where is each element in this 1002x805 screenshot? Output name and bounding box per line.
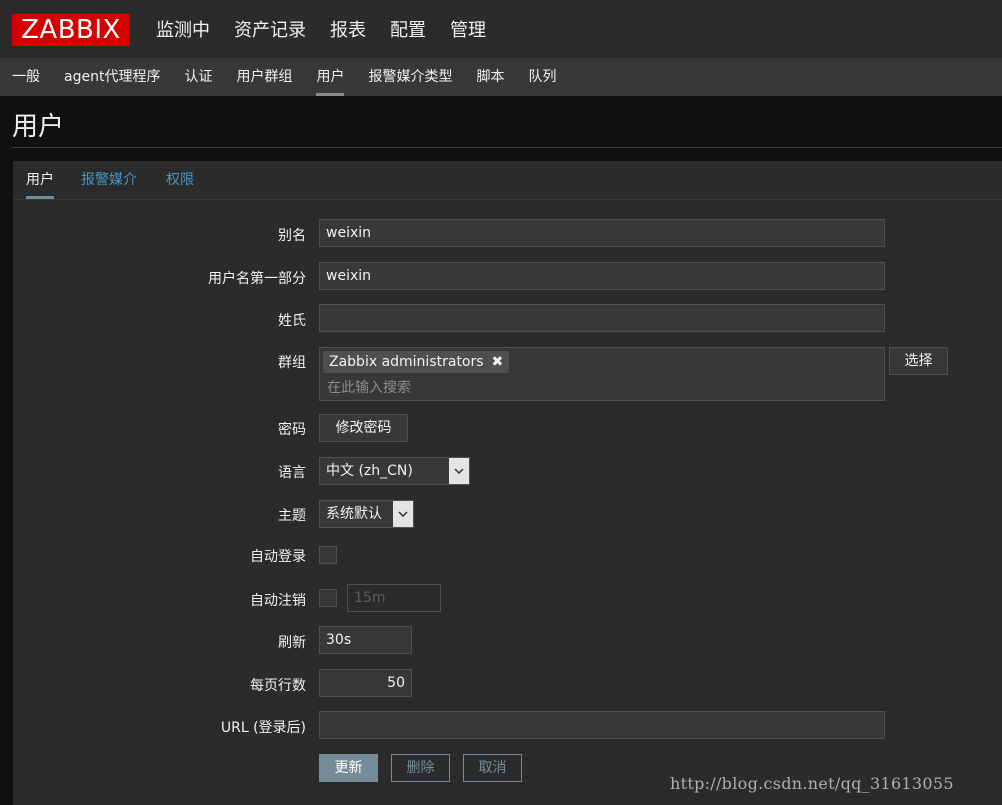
- submenu-general[interactable]: 一般: [12, 58, 40, 96]
- menu-administration[interactable]: 管理: [450, 16, 486, 42]
- theme-label: 主题: [278, 508, 306, 524]
- alias-input[interactable]: weixin: [319, 219, 885, 247]
- chevron-down-icon: [393, 501, 413, 527]
- page-title: 用户: [12, 112, 65, 142]
- groups-label: 群组: [278, 355, 306, 371]
- submenu-proxies[interactable]: agent代理程序: [64, 58, 160, 96]
- tab-media[interactable]: 报警媒介: [81, 161, 137, 199]
- select-groups-button[interactable]: 选择: [889, 347, 948, 375]
- rows-per-page-input[interactable]: 50: [319, 669, 412, 697]
- autologin-checkbox[interactable]: [319, 546, 337, 564]
- app-window: ZABBIX 监测中 资产记录 报表 配置 管理 一般 agent代理程序 认证…: [0, 0, 1002, 805]
- menu-reports[interactable]: 报表: [330, 16, 366, 42]
- name-label: 用户名第一部分: [208, 271, 306, 287]
- title-divider: [12, 147, 1002, 148]
- tab-permissions[interactable]: 权限: [166, 161, 194, 199]
- update-button[interactable]: 更新: [319, 754, 378, 782]
- submenu-scripts[interactable]: 脚本: [476, 58, 504, 96]
- password-label: 密码: [278, 422, 306, 438]
- groups-multiselect[interactable]: Zabbix administrators ✖ 在此输入搜索: [319, 347, 885, 401]
- theme-select[interactable]: 系统默认: [319, 500, 414, 528]
- rows-per-page-label: 每页行数: [250, 678, 306, 694]
- autologout-checkbox[interactable]: [319, 589, 337, 607]
- group-chip: Zabbix administrators ✖: [323, 351, 510, 373]
- autologout-input: 15m: [347, 584, 441, 612]
- top-navigation: ZABBIX 监测中 资产记录 报表 配置 管理: [0, 0, 1002, 58]
- change-password-button[interactable]: 修改密码: [319, 414, 408, 442]
- name-input[interactable]: weixin: [319, 262, 885, 290]
- language-value: 中文 (zh_CN): [326, 463, 413, 479]
- menu-monitoring[interactable]: 监测中: [156, 16, 210, 42]
- zabbix-logo[interactable]: ZABBIX: [12, 14, 130, 46]
- autologout-label: 自动注销: [250, 593, 306, 609]
- surname-label: 姓氏: [278, 313, 306, 329]
- alias-label: 别名: [278, 228, 306, 244]
- delete-button[interactable]: 删除: [391, 754, 450, 782]
- language-label: 语言: [278, 465, 306, 481]
- menu-configuration[interactable]: 配置: [390, 16, 426, 42]
- tab-user[interactable]: 用户: [26, 161, 54, 199]
- submenu-user-groups[interactable]: 用户群组: [236, 58, 292, 96]
- theme-value: 系统默认: [326, 506, 382, 522]
- cancel-button[interactable]: 取消: [463, 754, 522, 782]
- submenu-users[interactable]: 用户: [316, 58, 345, 96]
- surname-input[interactable]: [319, 304, 885, 332]
- remove-chip-icon[interactable]: ✖: [492, 351, 504, 373]
- sub-navigation: 一般 agent代理程序 认证 用户群组 用户 报警媒介类型 脚本 队列: [0, 58, 1002, 96]
- groups-search-placeholder[interactable]: 在此输入搜索: [327, 377, 411, 397]
- submenu-media-types[interactable]: 报警媒介类型: [368, 58, 452, 96]
- language-select[interactable]: 中文 (zh_CN): [319, 457, 470, 485]
- group-chip-label: Zabbix administrators: [329, 354, 484, 370]
- url-input[interactable]: [319, 711, 885, 739]
- form-tabs: 用户 报警媒介 权限: [13, 161, 1002, 200]
- submenu-queue[interactable]: 队列: [528, 58, 556, 96]
- submenu-authentication[interactable]: 认证: [184, 58, 212, 96]
- refresh-label: 刷新: [278, 635, 306, 651]
- chevron-down-icon: [449, 458, 469, 484]
- main-menu: 监测中 资产记录 报表 配置 管理: [156, 0, 510, 58]
- menu-inventory[interactable]: 资产记录: [234, 16, 306, 42]
- autologin-label: 自动登录: [250, 549, 306, 565]
- watermark-text: http://blog.csdn.net/qq_31613055: [670, 774, 954, 793]
- user-form-panel: 用户 报警媒介 权限 别名 weixin 用户名第一部分 weixin 姓氏 群…: [13, 161, 1002, 805]
- url-label: URL (登录后): [220, 720, 306, 736]
- refresh-input[interactable]: 30s: [319, 626, 412, 654]
